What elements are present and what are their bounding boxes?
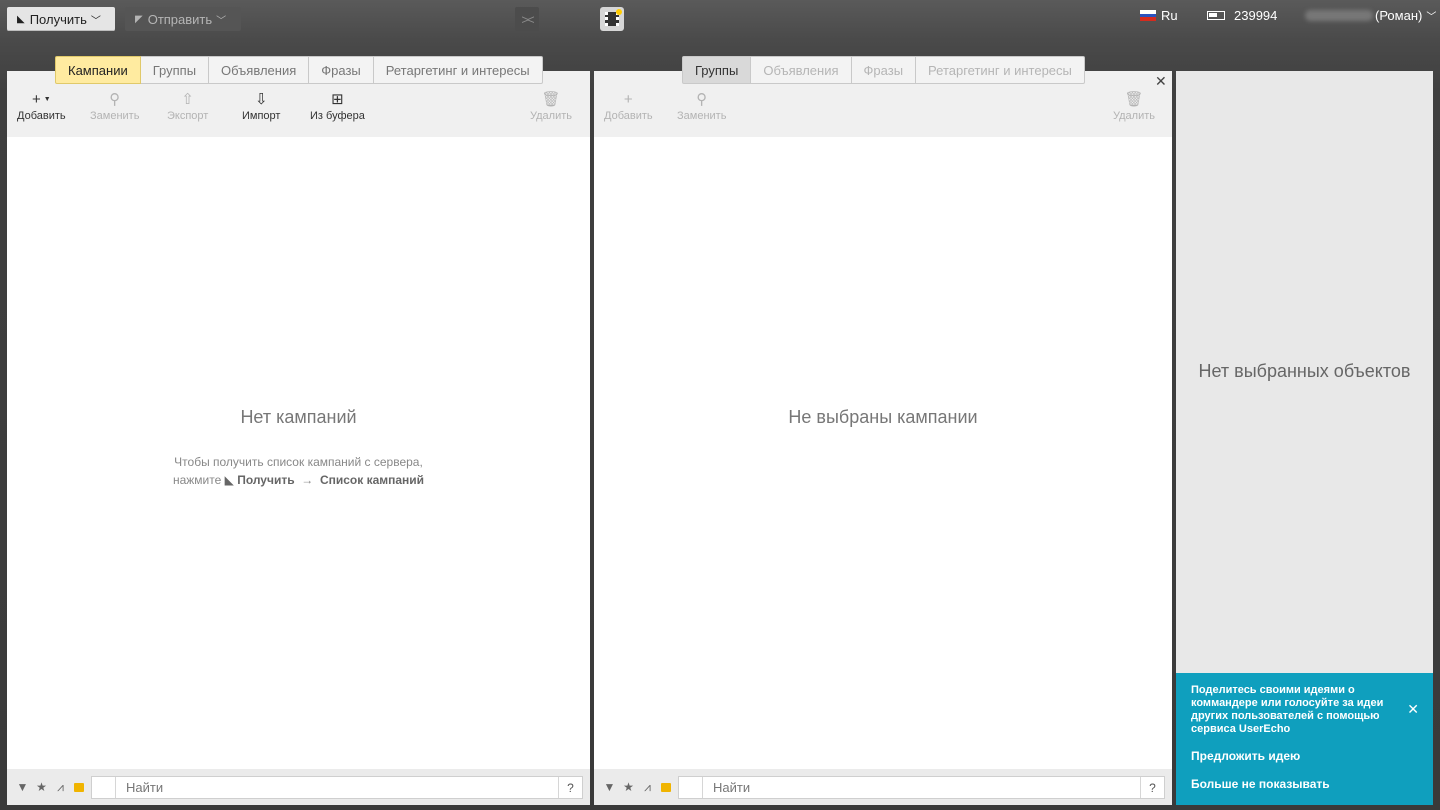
plus-icon: + ▼ xyxy=(31,91,51,108)
groups-panel: + Добавить ⚲ Заменить 🗑 Удалить Не выбра… xyxy=(594,71,1172,805)
help-button[interactable]: ? xyxy=(1140,777,1164,798)
receive-icon: ◣ xyxy=(17,13,25,25)
suggest-idea-link[interactable]: Предложить идею xyxy=(1191,749,1300,763)
send-button[interactable]: ◤ Отправить ﹀ xyxy=(125,7,241,31)
campaigns-search: ? xyxy=(91,776,583,799)
export-icon: ⇧ xyxy=(181,91,194,108)
russian-flag-icon xyxy=(1140,10,1156,22)
battery-icon xyxy=(1207,11,1225,20)
video-tutorial-icon[interactable] xyxy=(600,7,624,31)
send-button-label: Отправить xyxy=(147,11,213,27)
tab-groups[interactable]: Группы xyxy=(682,56,752,84)
groups-search: ? xyxy=(678,776,1165,799)
trash-icon: 🗑 xyxy=(1124,91,1144,108)
empty-campaigns-hint: Чтобы получить список кампаний с сервера… xyxy=(172,455,425,487)
language-switcher[interactable]: Ru xyxy=(1140,8,1178,23)
get-button-label: Получить xyxy=(29,11,87,27)
add-button[interactable]: + ▼ Добавить xyxy=(17,91,66,122)
empty-campaigns-title: Нет кампаний xyxy=(240,407,357,427)
help-button[interactable]: ? xyxy=(558,777,582,798)
chevron-down-icon: ﹀ xyxy=(216,15,227,27)
export-button[interactable]: ⇧ Экспорт xyxy=(167,91,208,122)
tab-phrases[interactable]: Фразы xyxy=(309,56,374,84)
folder-icon[interactable] xyxy=(74,782,84,792)
get-button[interactable]: ◣ Получить ﹀ xyxy=(7,7,115,31)
language-label: Ru xyxy=(1161,8,1178,23)
collapse-panels-icon[interactable]: >< xyxy=(515,7,539,31)
blurred-login xyxy=(1305,10,1373,21)
empty-groups-title: Не выбраны кампании xyxy=(788,407,978,427)
import-icon: ⇩ xyxy=(254,91,268,108)
campaigns-panel: + ▼ Добавить ⚲ Заменить ⇧ Экспорт ⇩ Импор… xyxy=(7,71,590,805)
filter-icon[interactable]: ▼ xyxy=(600,780,619,794)
trash-icon: 🗑 xyxy=(541,91,561,108)
activity-icon[interactable]: ⩘ xyxy=(638,780,657,795)
no-selection-title: Нет выбранных объектов xyxy=(1198,361,1411,381)
star-icon[interactable]: ★ xyxy=(619,780,638,794)
search-icon: ⚲ xyxy=(109,91,121,108)
tab-retargeting[interactable]: Ретаргетинг и интересы xyxy=(373,56,543,84)
tab-groups[interactable]: Группы xyxy=(140,56,210,84)
dont-show-again-link[interactable]: Больше не показывать xyxy=(1191,777,1330,791)
close-icon[interactable]: ✕ xyxy=(1155,73,1167,90)
points-balance: 239994 xyxy=(1207,8,1277,23)
campaigns-filter-bar: ▼ ★ ⩘ ? xyxy=(7,769,590,805)
search-prefix[interactable] xyxy=(92,777,116,798)
replace-button[interactable]: ⚲ Заменить xyxy=(90,91,139,122)
top-bar: ◣ Получить ﹀ ◤ Отправить ﹀ >< Ru 239994 … xyxy=(0,0,1440,40)
add-button[interactable]: + Добавить xyxy=(604,91,653,122)
user-name: (Роман) xyxy=(1375,8,1423,23)
search-icon: ⚲ xyxy=(696,91,708,108)
groups-search-input[interactable] xyxy=(703,777,1140,798)
filter-icon[interactable]: ▼ xyxy=(13,780,32,794)
points-value: 239994 xyxy=(1234,8,1278,23)
star-icon[interactable]: ★ xyxy=(32,780,51,794)
delete-button[interactable]: 🗑 Удалить xyxy=(530,91,572,122)
left-panel-tabs: Кампании Группы Объявления Фразы Ретарге… xyxy=(55,56,543,84)
delete-button[interactable]: 🗑 Удалить xyxy=(1113,91,1155,122)
userecho-message: Поделитесь своими идеями о коммандере ил… xyxy=(1191,684,1384,735)
tab-campaigns[interactable]: Кампании xyxy=(55,56,141,84)
userecho-popup: Поделитесь своими идеями о коммандере ил… xyxy=(1176,673,1433,805)
chevron-down-icon: ﹀ xyxy=(90,15,101,27)
close-icon[interactable]: ✕ xyxy=(1407,701,1419,718)
replace-button[interactable]: ⚲ Заменить xyxy=(677,91,726,122)
clipboard-icon: ⊞ xyxy=(331,91,344,108)
chevron-down-icon: ﹀ xyxy=(1426,12,1437,23)
search-prefix[interactable] xyxy=(679,777,703,798)
folder-icon[interactable] xyxy=(661,782,671,792)
tab-ads[interactable]: Объявления xyxy=(751,56,852,84)
middle-panel-tabs: Группы Объявления Фразы Ретаргетинг и ин… xyxy=(682,56,1085,84)
plus-icon: + xyxy=(623,91,633,108)
activity-icon[interactable]: ⩘ xyxy=(51,780,70,795)
send-icon: ◤ xyxy=(135,13,143,25)
receive-icon: ◣ xyxy=(224,473,234,487)
tab-ads[interactable]: Объявления xyxy=(209,56,310,84)
campaigns-search-input[interactable] xyxy=(116,777,558,798)
import-button[interactable]: ⇩ Импорт xyxy=(242,91,280,122)
groups-filter-bar: ▼ ★ ⩘ ? xyxy=(594,769,1172,805)
tab-phrases[interactable]: Фразы xyxy=(851,56,917,84)
user-menu[interactable]: (Роман) ﹀ xyxy=(1305,8,1436,23)
tab-retargeting[interactable]: Ретаргетинг и интересы xyxy=(916,56,1085,84)
from-clipboard-button[interactable]: ⊞ Из буфера xyxy=(310,91,365,122)
